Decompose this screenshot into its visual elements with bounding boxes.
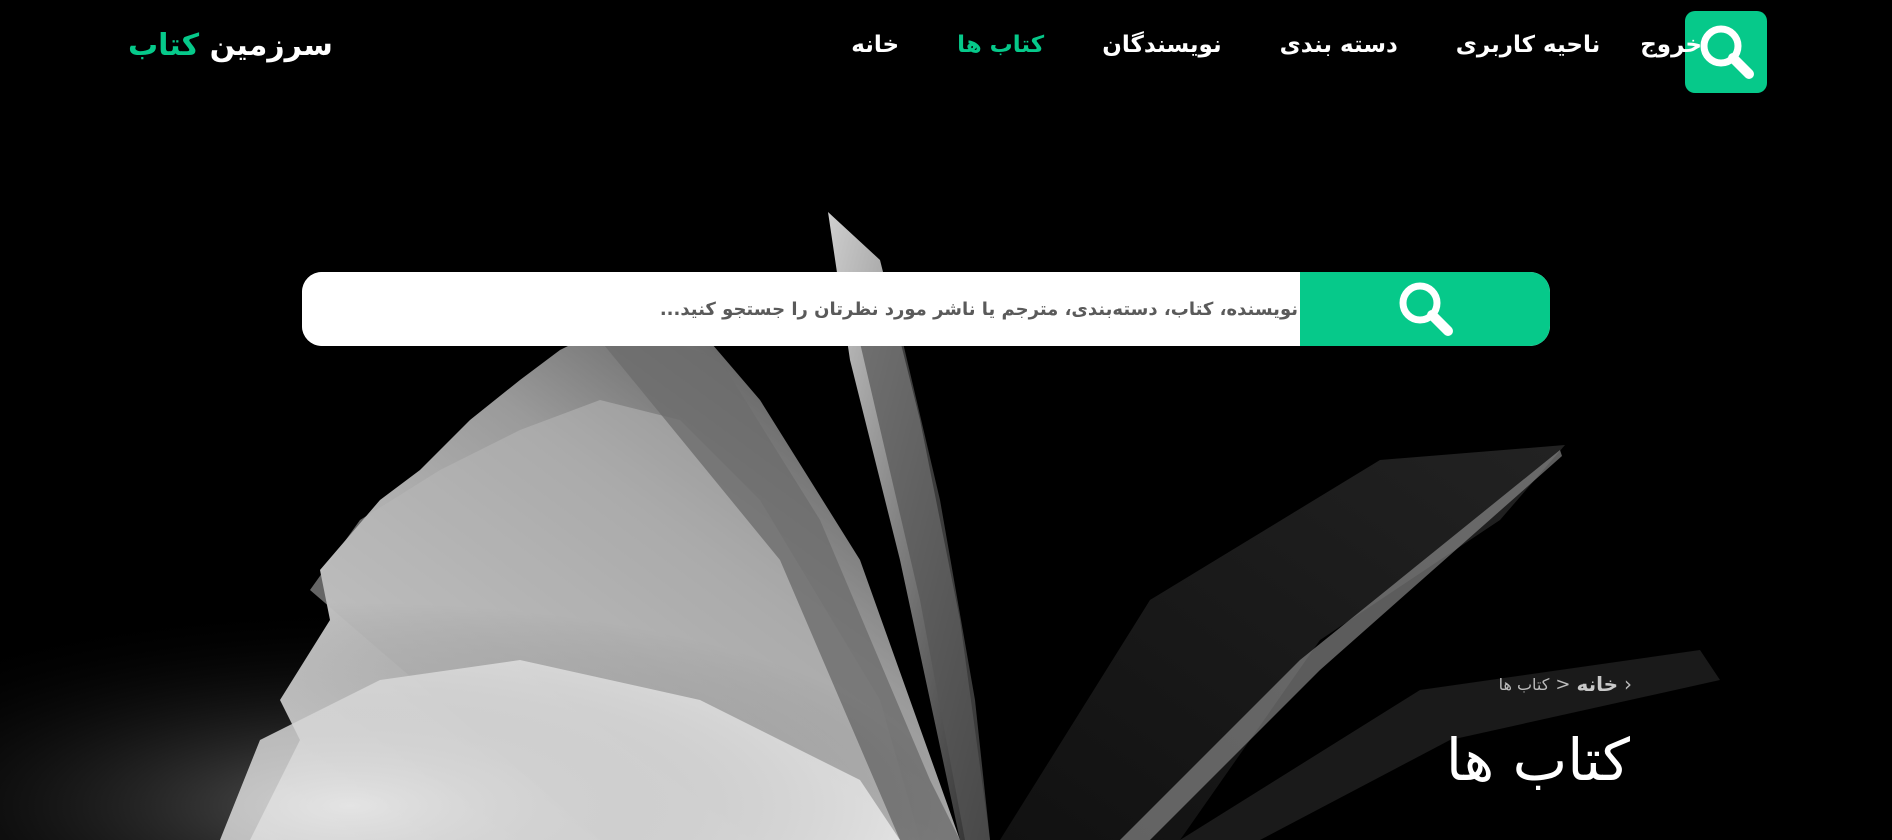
site-logo[interactable]: سرزمین کتاب — [128, 28, 333, 63]
chevron-left-icon: ‹ — [1624, 672, 1632, 696]
breadcrumb-separator: < — [1555, 673, 1571, 695]
breadcrumb-home[interactable]: خانه — [1576, 672, 1618, 696]
nav-item-books[interactable]: کتاب ها — [957, 32, 1044, 58]
breadcrumb-current: کتاب ها — [1498, 674, 1550, 694]
nav-item-logout[interactable]: خروج — [1640, 32, 1702, 58]
logo-accent-text: کتاب — [128, 28, 200, 63]
search-icon — [1399, 282, 1453, 336]
search-icon — [1700, 25, 1754, 79]
search-bar — [302, 272, 1550, 346]
nav-item-home[interactable]: خانه — [851, 32, 899, 58]
search-submit-button[interactable] — [1300, 272, 1550, 346]
nav-item-authors[interactable]: نویسندگان — [1102, 32, 1221, 58]
search-input[interactable] — [302, 272, 1300, 346]
nav-item-categories[interactable]: دسته بندی — [1280, 32, 1398, 58]
hero-book-image — [0, 0, 1892, 840]
page-title: کتاب ها — [1445, 726, 1630, 794]
nav-item-user-area[interactable]: ناحیه کاربری — [1456, 32, 1600, 58]
site-header: سرزمین کتاب خروج ناحیه کاربری دسته بندی … — [0, 0, 1892, 100]
logo-main-text: سرزمین — [209, 28, 333, 63]
main-nav: خروج ناحیه کاربری دسته بندی نویسندگان کت… — [851, 32, 1702, 58]
breadcrumb: ‹ خانه < کتاب ها — [1499, 672, 1632, 696]
